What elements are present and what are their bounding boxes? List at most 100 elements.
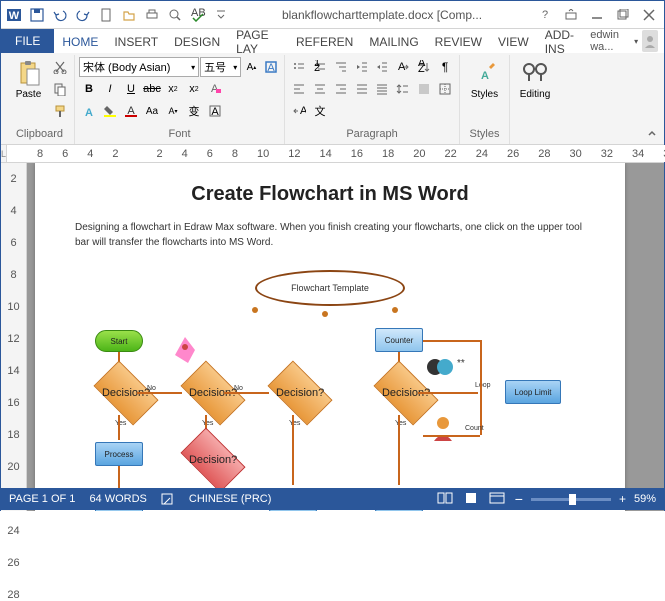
styles-group-label: Styles [470, 128, 500, 140]
justify-icon[interactable] [352, 79, 372, 99]
avatar[interactable] [642, 30, 658, 52]
tab-references[interactable]: REFEREN [288, 29, 361, 53]
underline-button[interactable]: U [121, 79, 141, 99]
zoom-out-icon[interactable]: − [515, 491, 523, 507]
subscript-icon[interactable]: x2 [163, 79, 183, 99]
cut-icon[interactable] [50, 57, 70, 77]
tab-mailings[interactable]: MAILING [361, 29, 426, 53]
distribute-icon[interactable] [373, 79, 393, 99]
align-center-icon[interactable] [310, 79, 330, 99]
status-lang[interactable]: CHINESE (PRC) [189, 493, 272, 505]
zoom-slider[interactable] [531, 498, 611, 501]
view-print-icon[interactable] [463, 492, 481, 506]
tab-pagelayout[interactable]: PAGE LAY [228, 29, 288, 53]
grow-font-icon[interactable]: A▴ [242, 57, 260, 77]
ribbon: Paste Clipboard 宋体 (Body Asian)▾ 五号▾ A▴ … [1, 53, 664, 145]
fc-process-1: Process [95, 442, 143, 466]
tab-design[interactable]: DESIGN [166, 29, 228, 53]
sort-icon[interactable]: AZ [414, 57, 434, 77]
textbox-icon[interactable]: A [262, 57, 280, 77]
shrink-font-icon[interactable]: A▾ [163, 101, 183, 121]
minimize-icon[interactable] [584, 5, 610, 25]
increase-indent-icon[interactable] [373, 57, 393, 77]
bullets-icon[interactable] [289, 57, 309, 77]
phonetic-icon[interactable]: 变 [184, 101, 204, 121]
group-paragraph: 12 A AZ ¶ [285, 55, 460, 144]
line-spacing-icon[interactable] [393, 79, 413, 99]
decrease-indent-icon[interactable] [352, 57, 372, 77]
font-family-combo[interactable]: 宋体 (Body Asian)▾ [79, 57, 199, 77]
rtl-icon[interactable]: A [289, 101, 309, 121]
statusbar: PAGE 1 OF 1 64 WORDS CHINESE (PRC) − + 5… [1, 488, 664, 510]
tab-insert[interactable]: INSERT [106, 29, 166, 53]
page[interactable]: Create Flowchart in MS Word Designing a … [35, 163, 625, 511]
status-words[interactable]: 64 WORDS [89, 493, 146, 505]
clear-format-icon[interactable]: A [205, 79, 225, 99]
status-page[interactable]: PAGE 1 OF 1 [9, 493, 75, 505]
changecase-icon[interactable]: Aa [142, 101, 162, 121]
multilevel-icon[interactable] [331, 57, 351, 77]
new-icon[interactable] [95, 4, 117, 26]
undo-icon[interactable] [49, 4, 71, 26]
svg-text:ABC: ABC [191, 8, 206, 19]
texteffects-icon[interactable]: A [79, 101, 99, 121]
ribbon-options-icon[interactable] [558, 5, 584, 25]
editing-button[interactable]: Editing [514, 57, 556, 102]
print-icon[interactable] [141, 4, 163, 26]
status-proof-icon[interactable] [161, 492, 175, 506]
user-area[interactable]: edwin wa... ▾ [590, 29, 664, 53]
superscript-icon[interactable]: x2 [184, 79, 204, 99]
close-icon[interactable] [636, 5, 662, 25]
ltr-icon[interactable]: A [393, 57, 413, 77]
tab-home[interactable]: HOME [54, 29, 106, 53]
styles-button[interactable]: A Styles [464, 57, 505, 102]
copy-icon[interactable] [50, 79, 70, 99]
pilcrow-icon[interactable]: ¶ [435, 57, 455, 77]
align-right-icon[interactable] [331, 79, 351, 99]
tab-file[interactable]: FILE [1, 29, 54, 53]
view-web-icon[interactable] [489, 492, 507, 506]
numbering-icon[interactable]: 12 [310, 57, 330, 77]
redo-icon[interactable] [72, 4, 94, 26]
asian-layout-icon[interactable]: 文 [310, 101, 330, 121]
word-icon[interactable]: W [3, 4, 25, 26]
save-icon[interactable] [26, 4, 48, 26]
ruler-vertical[interactable]: 246810121416182022242628 [1, 163, 27, 511]
group-font: 宋体 (Body Asian)▾ 五号▾ A▴ A B I U abc x2 x… [75, 55, 285, 144]
group-editing: Editing [510, 55, 565, 144]
font-size-combo[interactable]: 五号▾ [200, 57, 241, 77]
char-border-icon[interactable]: A [205, 101, 225, 121]
fc-start: Start [95, 330, 143, 352]
bold-button[interactable]: B [79, 79, 99, 99]
borders-icon[interactable] [435, 79, 455, 99]
tab-review[interactable]: REVIEW [427, 29, 490, 53]
maximize-icon[interactable] [610, 5, 636, 25]
align-left-icon[interactable] [289, 79, 309, 99]
fontcolor-icon[interactable]: A [121, 101, 141, 121]
tab-view[interactable]: VIEW [490, 29, 537, 53]
paste-button[interactable]: Paste [9, 57, 48, 102]
zoom-in-icon[interactable]: + [619, 492, 626, 506]
highlight-icon[interactable] [100, 101, 120, 121]
strike-icon[interactable]: abc [142, 79, 162, 99]
view-read-icon[interactable] [437, 492, 455, 506]
document-area: 246810121416182022242628 Create Flowchar… [1, 163, 664, 511]
window-title: blankflowcharttemplate.docx [Comp... [232, 8, 532, 22]
open-icon[interactable] [118, 4, 140, 26]
editing-label: Editing [520, 89, 551, 100]
shading-icon[interactable] [414, 79, 434, 99]
document-title: Create Flowchart in MS Word [75, 183, 585, 206]
tab-addins[interactable]: ADD-INS [537, 29, 591, 53]
spelling-icon[interactable]: ABC [187, 4, 209, 26]
font-label: Font [168, 128, 190, 140]
zoom-value[interactable]: 59% [634, 493, 656, 505]
format-painter-icon[interactable] [50, 101, 70, 121]
help-icon[interactable]: ? [532, 5, 558, 25]
svg-text:A: A [85, 107, 93, 118]
preview-icon[interactable] [164, 4, 186, 26]
italic-button[interactable]: I [100, 79, 120, 99]
ruler-horizontal[interactable]: L 86422468101214161820222426283032343638… [1, 145, 664, 163]
collapse-ribbon-icon[interactable] [644, 126, 660, 142]
qat-more-icon[interactable] [210, 4, 232, 26]
document-scroll[interactable]: Create Flowchart in MS Word Designing a … [27, 163, 664, 511]
